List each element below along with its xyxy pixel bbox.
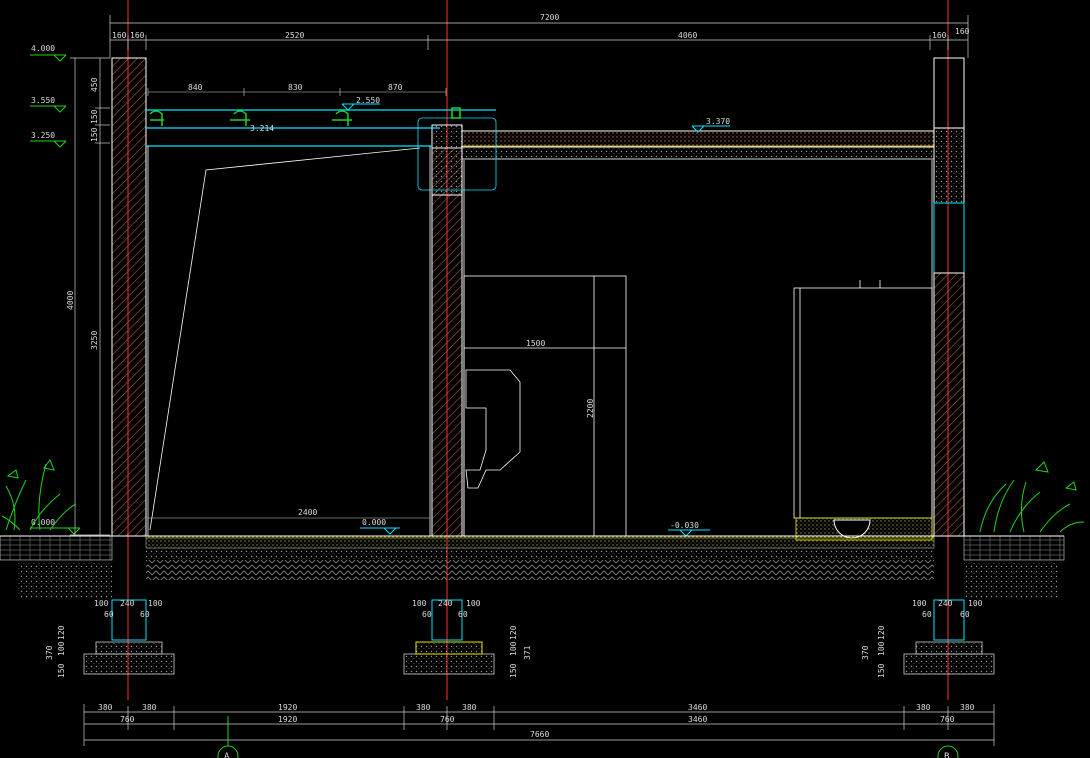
dim-right-160a: 160	[932, 31, 947, 40]
wall-right-lower	[933, 272, 965, 537]
dim-height-150b: 150	[90, 127, 99, 142]
ground-layers	[0, 535, 1065, 598]
dim-b1-0: 380	[98, 703, 113, 712]
foot-left-100h: 100	[57, 641, 66, 656]
canopy-spacing-1: 840	[188, 83, 203, 92]
floor-left-level-marker	[360, 527, 400, 535]
dim-height-150a: 150	[90, 109, 99, 124]
interior-door	[463, 275, 627, 537]
dim-b2-1: 1920	[278, 715, 297, 724]
foot-mid-100b: 100	[466, 599, 481, 608]
level-floor-left: 0.000	[362, 518, 386, 527]
axis-marker-a: A	[217, 716, 239, 758]
dim-height-3250: 3250	[90, 331, 99, 350]
wall-right-window	[933, 202, 965, 274]
foot-right-100h: 100	[877, 641, 886, 656]
washbasin	[465, 369, 521, 489]
foot-right-100a: 100	[912, 599, 927, 608]
foot-left-60b: 60	[140, 610, 150, 619]
plant-right	[979, 461, 1085, 533]
level-4000: 4.000	[31, 44, 55, 53]
level-3550: 3.550	[31, 96, 55, 105]
level-floor-right: -0.030	[670, 521, 699, 530]
left-room	[147, 146, 431, 536]
section-drawing: 7200 160 160 2520 4060 160 160 4.000 3.5…	[0, 0, 1085, 758]
dim-height-2200: 2200	[586, 399, 595, 418]
foot-right-150: 150	[877, 663, 886, 678]
walls	[111, 57, 965, 537]
foot-mid-100a: 100	[412, 599, 427, 608]
top-dimension-chain	[109, 15, 969, 58]
foot-left-120: 120	[57, 625, 66, 640]
axis-lines	[127, 0, 949, 700]
foot-mid-371: 371	[523, 645, 532, 660]
wall-right-beam	[933, 127, 965, 204]
footings	[111, 599, 965, 641]
canopy-note: 3.214	[250, 124, 274, 133]
mid-column-head	[431, 124, 463, 196]
right-room	[463, 160, 933, 537]
dim-b2-2: 760	[440, 715, 455, 724]
dim-b1-7: 380	[960, 703, 975, 712]
dim-left-160a: 160	[112, 31, 127, 40]
foot-mid-150: 150	[509, 663, 518, 678]
axis-marker-b: B	[937, 745, 959, 758]
wall-right-upper	[933, 57, 965, 129]
dim-right-room: 4060	[678, 31, 697, 40]
canopy-spacing-3: 870	[388, 83, 403, 92]
foot-left-370: 370	[45, 645, 54, 660]
dim-b1-4: 380	[462, 703, 477, 712]
dim-b1-3: 380	[416, 703, 431, 712]
foot-right-60b: 60	[960, 610, 970, 619]
level-canopy: 2.550	[356, 96, 380, 105]
foot-right-240: 240	[938, 599, 953, 608]
foot-right-100b: 100	[968, 599, 983, 608]
foot-mid-100h: 100	[509, 641, 518, 656]
dim-b1-1: 380	[142, 703, 157, 712]
dim-left-160b: 160	[130, 31, 145, 40]
dim-height-450: 450	[90, 77, 99, 92]
level-3250: 3.250	[31, 131, 55, 140]
foot-mid-240: 240	[438, 599, 453, 608]
plant-left	[1, 458, 77, 531]
axis-label-a: A	[224, 752, 230, 758]
dim-width-2400: 2400	[298, 508, 317, 517]
foot-right-60a: 60	[922, 610, 932, 619]
canopy-spacing-2: 830	[288, 83, 303, 92]
dim-b1-6: 380	[916, 703, 931, 712]
dim-height-4000: 4000	[66, 291, 75, 310]
wall-middle	[431, 147, 463, 537]
dim-width-1500: 1500	[526, 339, 545, 348]
roof-slab	[461, 130, 935, 160]
footing-bases	[83, 641, 995, 675]
dim-b1-5: 3460	[688, 703, 707, 712]
wall-left	[111, 57, 147, 537]
foot-left-100b: 100	[148, 599, 163, 608]
foot-mid-60a: 60	[422, 610, 432, 619]
bottom-dimension-lines	[83, 704, 995, 746]
foot-left-100a: 100	[94, 599, 109, 608]
foot-right-120: 120	[877, 625, 886, 640]
foot-right-370: 370	[861, 645, 870, 660]
dim-b2-4: 760	[940, 715, 955, 724]
dim-right-160b: 160	[955, 27, 970, 36]
foot-mid-120: 120	[509, 625, 518, 640]
foot-left-60a: 60	[104, 610, 114, 619]
axis-label-b: B	[944, 752, 949, 758]
dim-b1-2: 1920	[278, 703, 297, 712]
foot-left-150: 150	[57, 663, 66, 678]
dim-bottom-total: 7660	[530, 730, 549, 739]
foot-mid-60b: 60	[458, 610, 468, 619]
dim-left-room: 2520	[285, 31, 304, 40]
shower-partition	[793, 287, 933, 519]
dim-b2-0: 760	[120, 715, 135, 724]
dim-b2-3: 3460	[688, 715, 707, 724]
floor-right-level-marker	[668, 529, 710, 537]
level-roof: 3.370	[706, 117, 730, 126]
foot-left-240: 240	[120, 599, 135, 608]
canopy-fittings	[149, 107, 461, 126]
dim-total-width: 7200	[540, 13, 559, 22]
